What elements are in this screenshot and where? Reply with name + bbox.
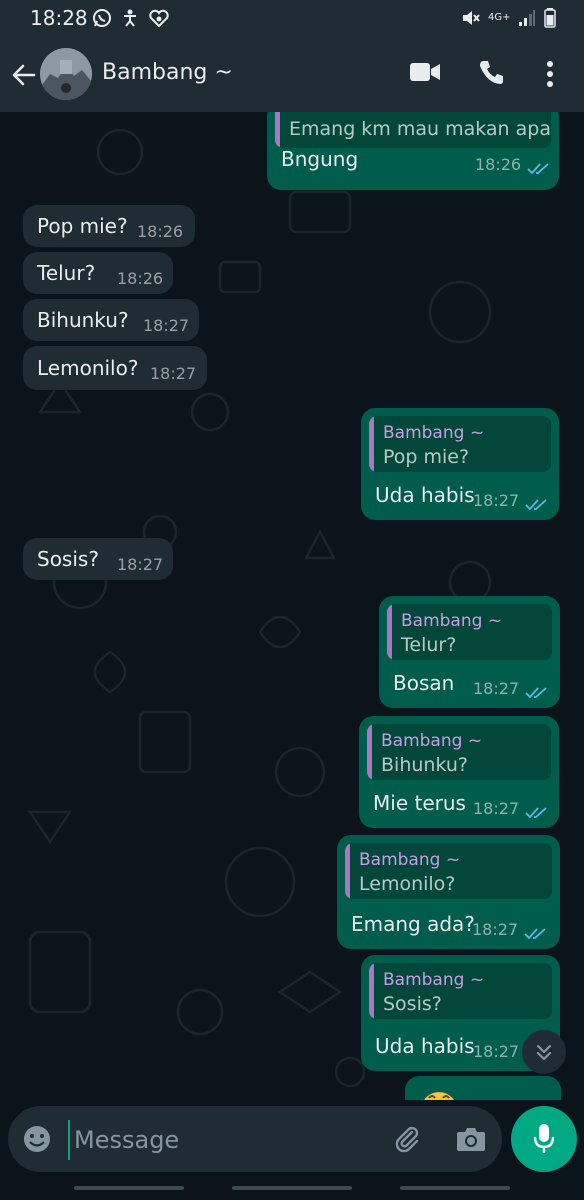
quoted-message[interactable]: Bambang ~ Bihunku?: [367, 724, 551, 780]
quoted-text: Telur?: [401, 634, 457, 656]
whatsapp-status-icon: [93, 9, 111, 27]
outgoing-message[interactable]: Bambang ~ Bihunku? Mie terus 18:27: [359, 716, 559, 828]
quoted-message[interactable]: Bambang ~ Sosis?: [369, 963, 552, 1019]
message-text: Telur?: [37, 261, 96, 285]
read-receipt-icon: [525, 492, 549, 511]
incoming-message[interactable]: Sosis? 18:27: [23, 538, 173, 580]
video-call-icon[interactable]: [410, 62, 440, 82]
status-right-icons: 4G+: [460, 8, 556, 28]
message-text: Bihunku?: [37, 308, 129, 332]
read-receipt-icon: [527, 156, 551, 175]
quote-accent-bar: [345, 843, 350, 899]
scroll-down-button[interactable]: [522, 1030, 566, 1074]
quote-accent-bar: [387, 604, 392, 660]
quoted-text: Emang km mau makan apa?: [289, 118, 551, 140]
quoted-author: Bambang ~: [381, 731, 483, 751]
nav-handle-center[interactable]: [232, 1186, 352, 1190]
message-time: 18:27: [472, 920, 519, 939]
chat-area[interactable]: Emang km mau makan apa? Bngung 18:26 Pop mi…: [0, 112, 584, 1100]
quoted-author: Bambang ~: [383, 970, 485, 990]
message-input[interactable]: [68, 1120, 368, 1160]
message-time: 18:27: [473, 679, 520, 698]
nav-handle-right[interactable]: [400, 1186, 510, 1190]
incoming-message[interactable]: Bihunku? 18:27: [23, 299, 199, 341]
quoted-author: Bambang ~: [401, 611, 503, 631]
message-time: 18:27: [473, 491, 520, 510]
quoted-message[interactable]: Bambang ~ Lemonilo?: [345, 843, 552, 899]
message-text: Mie terus: [373, 791, 466, 815]
back-arrow-icon[interactable]: [10, 62, 36, 88]
more-menu-icon[interactable]: [546, 60, 554, 88]
status-left-icons: [92, 8, 170, 28]
quoted-text: Bihunku?: [381, 754, 468, 776]
quote-accent-bar: [275, 112, 280, 148]
heart-hands-icon: [149, 9, 169, 28]
battery-icon: [544, 8, 556, 28]
message-time: 18:26: [137, 222, 184, 241]
double-chevron-down-icon: [536, 1044, 552, 1061]
avatar-photo: [40, 48, 92, 100]
incoming-message[interactable]: Telur? 18:26: [23, 252, 173, 294]
signal-icon: [519, 10, 535, 26]
message-time: 18:26: [475, 155, 522, 174]
outgoing-message[interactable]: Bambang ~ Telur? Bosan 18:27: [379, 596, 560, 708]
message-text: Emang ada?: [351, 912, 475, 936]
read-receipt-icon: [525, 680, 549, 699]
quote-accent-bar: [367, 724, 372, 780]
voice-call-icon[interactable]: [478, 58, 506, 86]
status-time: 18:28: [30, 6, 88, 30]
message-time: 18:27: [473, 799, 520, 818]
message-text: Bngung: [281, 147, 359, 171]
quoted-message[interactable]: Bambang ~ Telur?: [387, 604, 552, 660]
network-icon: 4G+: [488, 12, 511, 23]
quoted-text: Sosis?: [383, 993, 442, 1015]
quote-accent-bar: [369, 416, 374, 472]
contact-name[interactable]: Bambang ~: [102, 60, 233, 85]
emoji-icon[interactable]: [22, 1124, 52, 1154]
message-text: Lemonilo?: [37, 356, 139, 380]
read-receipt-icon: [525, 800, 549, 819]
microphone-icon: [533, 1124, 555, 1153]
quoted-message[interactable]: Emang km mau makan apa?: [275, 112, 551, 148]
quoted-text: Pop mie?: [383, 446, 470, 468]
chat-header: Bambang ~: [0, 36, 584, 112]
quote-accent-bar: [369, 963, 374, 1019]
quoted-text: Lemonilo?: [359, 873, 456, 895]
message-time: 18:27: [143, 316, 190, 335]
camera-icon[interactable]: [456, 1126, 486, 1152]
outgoing-message[interactable]: Bambang ~ Pop mie? Uda habis 18:27: [361, 408, 559, 520]
mute-icon: [463, 11, 480, 25]
attach-icon[interactable]: [392, 1124, 422, 1154]
message-time: 18:27: [150, 364, 197, 383]
voice-message-button[interactable]: [511, 1106, 577, 1172]
read-receipt-icon: [524, 921, 548, 940]
message-text: Uda habis: [375, 1034, 475, 1058]
nav-handle-left[interactable]: [74, 1186, 184, 1190]
incoming-message[interactable]: Lemonilo? 18:27: [23, 346, 207, 390]
message-text: Sosis?: [37, 547, 99, 571]
outgoing-message[interactable]: Emang km mau makan apa? Bngung 18:26: [267, 112, 559, 190]
quoted-message[interactable]: Bambang ~ Pop mie?: [369, 416, 551, 472]
message-time: 18:26: [117, 269, 164, 288]
message-text: Pop mie?: [37, 214, 128, 238]
sweat-smile-emoji: [419, 1088, 459, 1100]
outgoing-message[interactable]: Bambang ~ Lemonilo? Emang ada? 18:27: [337, 835, 560, 949]
message-text: Bosan: [393, 671, 455, 695]
incoming-message[interactable]: Pop mie? 18:26: [23, 205, 195, 247]
message-composer: [8, 1106, 502, 1172]
outgoing-message[interactable]: [405, 1076, 561, 1100]
status-bar: 18:28 4G+: [0, 0, 584, 36]
message-time: 18:27: [117, 555, 164, 574]
accessibility-icon: [124, 9, 136, 27]
quoted-author: Bambang ~: [383, 423, 485, 443]
system-navigation-bar: [0, 1172, 584, 1200]
contact-avatar[interactable]: [40, 48, 92, 100]
quoted-author: Bambang ~: [359, 850, 461, 870]
message-time: 18:27: [473, 1042, 520, 1061]
message-text: Uda habis: [375, 483, 475, 507]
